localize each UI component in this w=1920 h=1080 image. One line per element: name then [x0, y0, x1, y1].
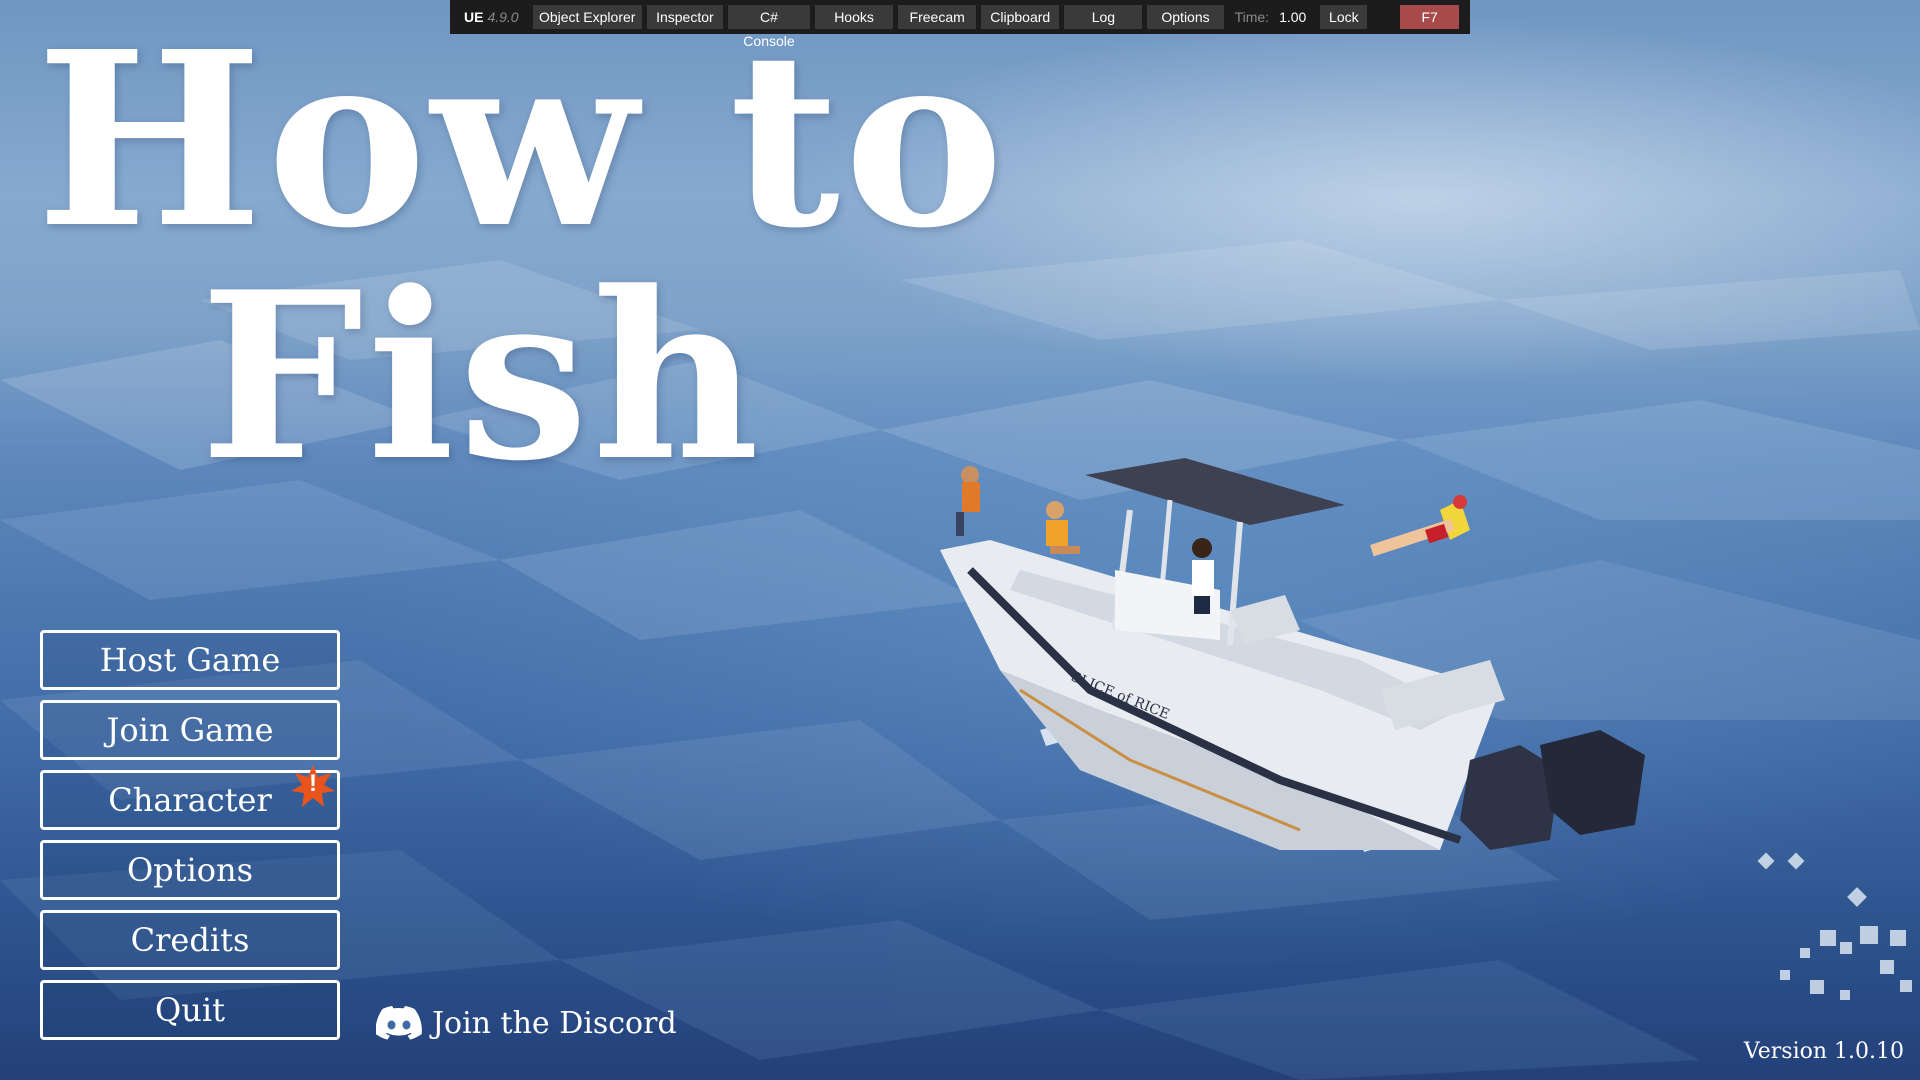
boat-illustration: SLICE of RICE: [940, 458, 1645, 852]
options-label: Options: [126, 851, 254, 889]
join-game-button[interactable]: Join Game: [40, 700, 340, 760]
quit-label: Quit: [155, 991, 225, 1029]
alert-badge-mark: !: [309, 770, 317, 797]
alert-badge-icon: !: [291, 765, 335, 809]
game-title-line-1: How to: [36, 0, 1008, 281]
log-button[interactable]: Log: [1064, 5, 1143, 29]
boat-t-top: [1085, 458, 1345, 646]
join-game-label: Join Game: [106, 711, 274, 749]
credits-label: Credits: [130, 921, 250, 959]
credits-button[interactable]: Credits: [40, 910, 340, 970]
game-title-line-2: Fish: [200, 242, 764, 512]
character-label: Character: [108, 781, 272, 819]
time-scale-input[interactable]: 1.00: [1273, 5, 1313, 29]
host-game-button[interactable]: Host Game: [40, 630, 340, 690]
main-menu: Host Game Join Game Character ! Options …: [40, 630, 340, 1050]
time-scale-label: Time:: [1234, 9, 1270, 25]
toggle-ui-key-button[interactable]: F7: [1400, 5, 1459, 29]
character-button[interactable]: Character !: [40, 765, 340, 830]
quit-button[interactable]: Quit: [40, 980, 340, 1040]
join-discord-label: Join the Discord: [432, 1005, 677, 1041]
options-debug-button[interactable]: Options: [1147, 5, 1224, 29]
main-menu-screen: SLICE of RICE UE 4.9.0 Object Explorer I…: [0, 0, 1920, 1080]
discord-icon: [376, 1006, 422, 1040]
lock-button[interactable]: Lock: [1320, 5, 1368, 29]
options-button[interactable]: Options: [40, 840, 340, 900]
version-label: Version 1.0.10: [1743, 1039, 1904, 1064]
outboard-motors: [1460, 730, 1645, 850]
host-game-label: Host Game: [99, 641, 281, 679]
pixel-debris-decoration: [1757, 852, 1912, 1000]
join-discord-link[interactable]: Join the Discord: [376, 998, 677, 1048]
